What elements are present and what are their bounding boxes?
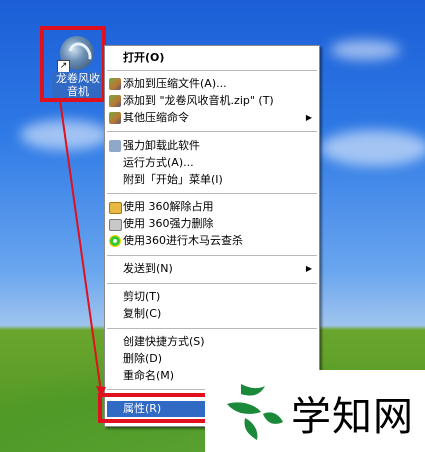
watermark-logo (227, 384, 283, 440)
annotation-arrow-line (59, 99, 102, 393)
watermark: 学知网 (205, 370, 425, 452)
watermark-text: 学知网 (291, 394, 414, 440)
annotation-arrow-head (96, 386, 106, 398)
